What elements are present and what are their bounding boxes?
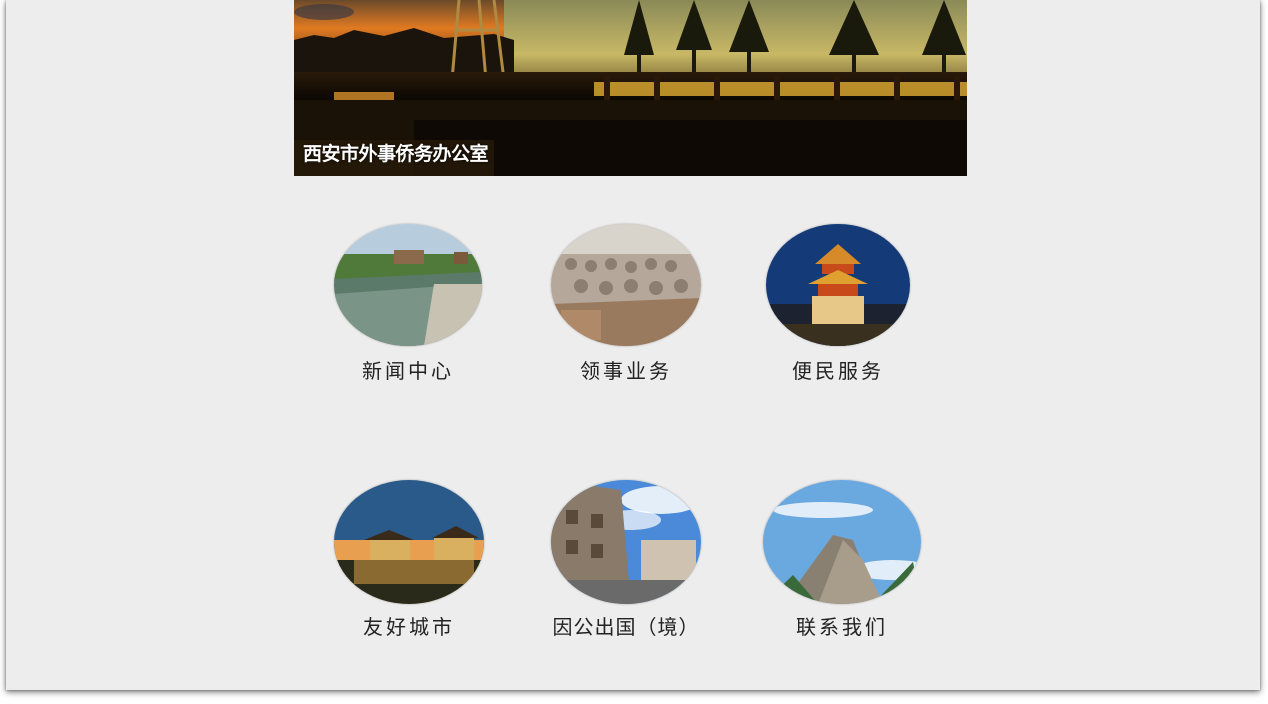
header-banner: 西安市外事侨务办公室 xyxy=(294,0,967,176)
terracotta-warriors-photo xyxy=(551,224,701,346)
tile-label: 便民服务 xyxy=(792,359,884,383)
city-wall-gate-photo xyxy=(334,480,484,604)
tile-news-center[interactable]: 新闻中心 xyxy=(334,224,554,394)
tile-contact-us[interactable]: 联系我们 xyxy=(763,480,983,650)
tile-public-services[interactable]: 便民服务 xyxy=(766,224,986,394)
tile-official-travel[interactable]: 因公出国（境） xyxy=(551,480,771,650)
cave-temple-photo xyxy=(551,480,701,604)
tile-label: 新闻中心 xyxy=(362,359,454,383)
tile-sister-cities[interactable]: 友好城市 xyxy=(334,480,554,650)
banner-title: 西安市外事侨务办公室 xyxy=(303,143,489,165)
tile-label: 因公出国（境） xyxy=(552,615,700,639)
tile-label: 友好城市 xyxy=(363,615,455,639)
huashan-mountain-photo xyxy=(763,480,921,604)
tile-consular-affairs[interactable]: 领事业务 xyxy=(551,224,771,394)
page-frame: 西安市外事侨务办公室 新闻中心 领事业务 便民服务 友好城市 因公出国（境） 联… xyxy=(6,0,1260,690)
tile-label: 领事业务 xyxy=(580,359,672,383)
bell-tower-photo xyxy=(766,224,910,346)
city-moat-photo xyxy=(334,224,482,346)
tile-label: 联系我们 xyxy=(796,615,888,639)
